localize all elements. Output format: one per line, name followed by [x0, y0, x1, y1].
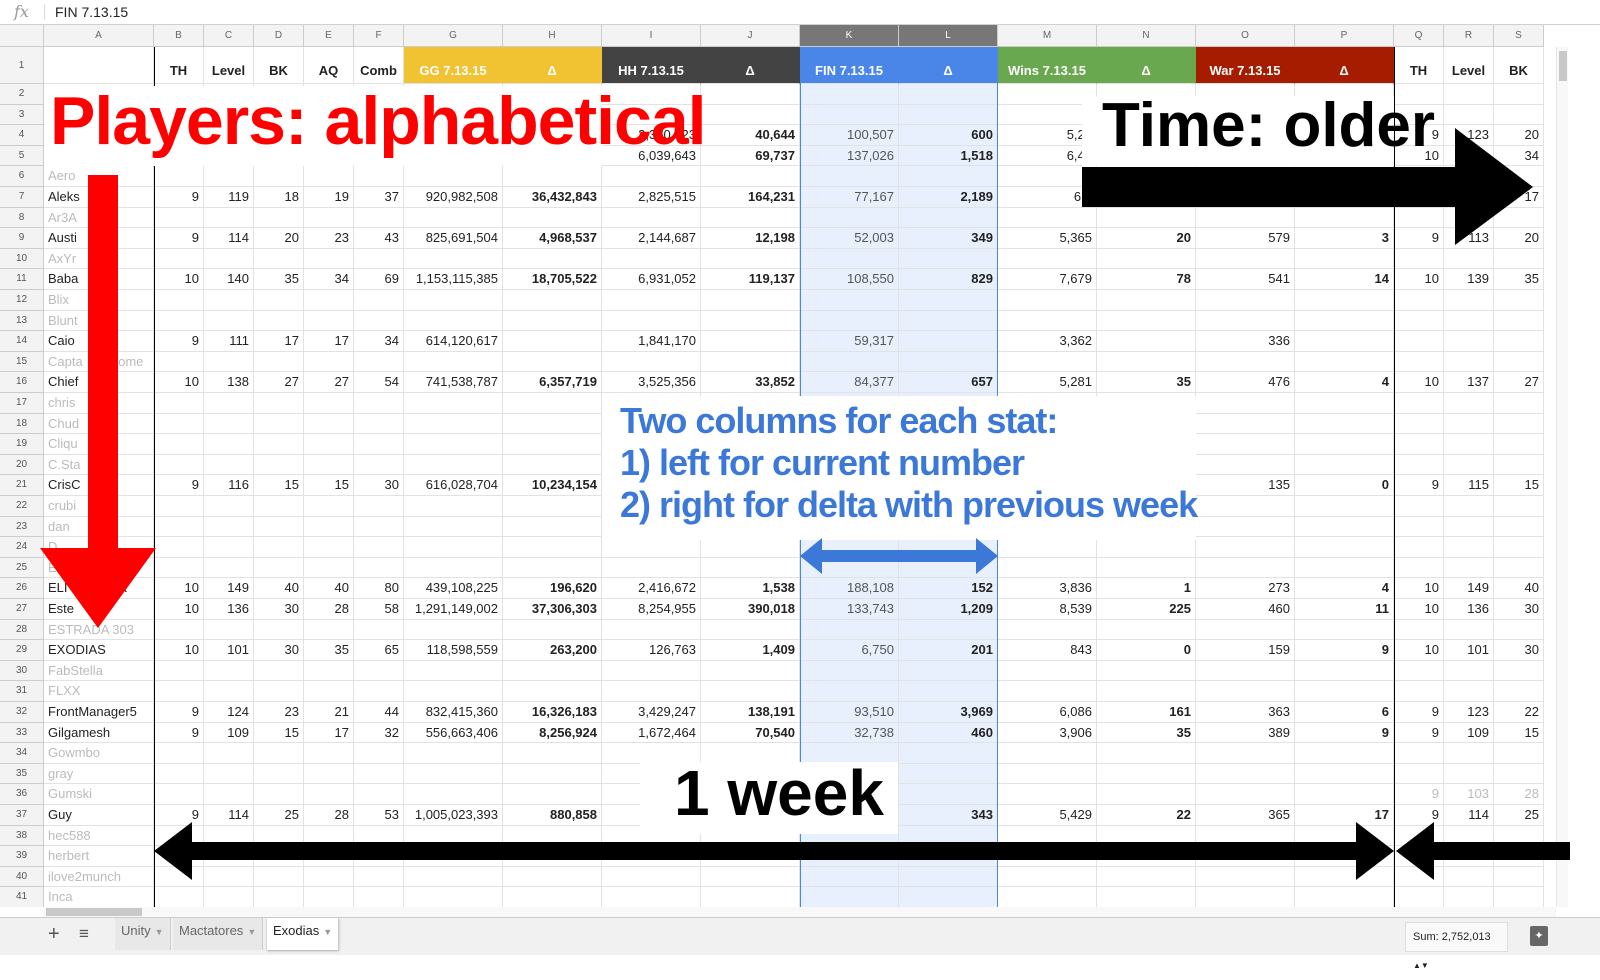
- chevron-down-icon[interactable]: ▼: [323, 927, 332, 937]
- sheet-tab-mactatores[interactable]: Mactatores ▼: [173, 918, 264, 950]
- chevron-down-icon[interactable]: ▼: [155, 927, 164, 937]
- sheet-tab-unity[interactable]: Unity ▼: [115, 918, 171, 950]
- chevron-down-icon[interactable]: ▼: [247, 927, 256, 937]
- sheet-tab-bar: + ≡ Unity ▼ Mactatores ▼ Exodias ▼ Sum: 2,752…: [0, 917, 1600, 970]
- tab-label: Mactatores: [179, 923, 244, 938]
- sheet-tab-exodias[interactable]: Exodias ▼: [267, 918, 340, 950]
- tab-label: Exodias: [273, 923, 320, 938]
- plus-icon[interactable]: +: [48, 923, 60, 946]
- black-double-arrow: [154, 822, 1570, 880]
- sum-display[interactable]: Sum: 2,752,013 ▲▼: [1405, 922, 1508, 970]
- tab-label: Unity: [121, 923, 151, 938]
- sum-text: Sum: 2,752,013: [1413, 931, 1491, 943]
- explore-icon[interactable]: ✦: [1530, 926, 1548, 946]
- menu-icon[interactable]: ≡: [79, 924, 89, 944]
